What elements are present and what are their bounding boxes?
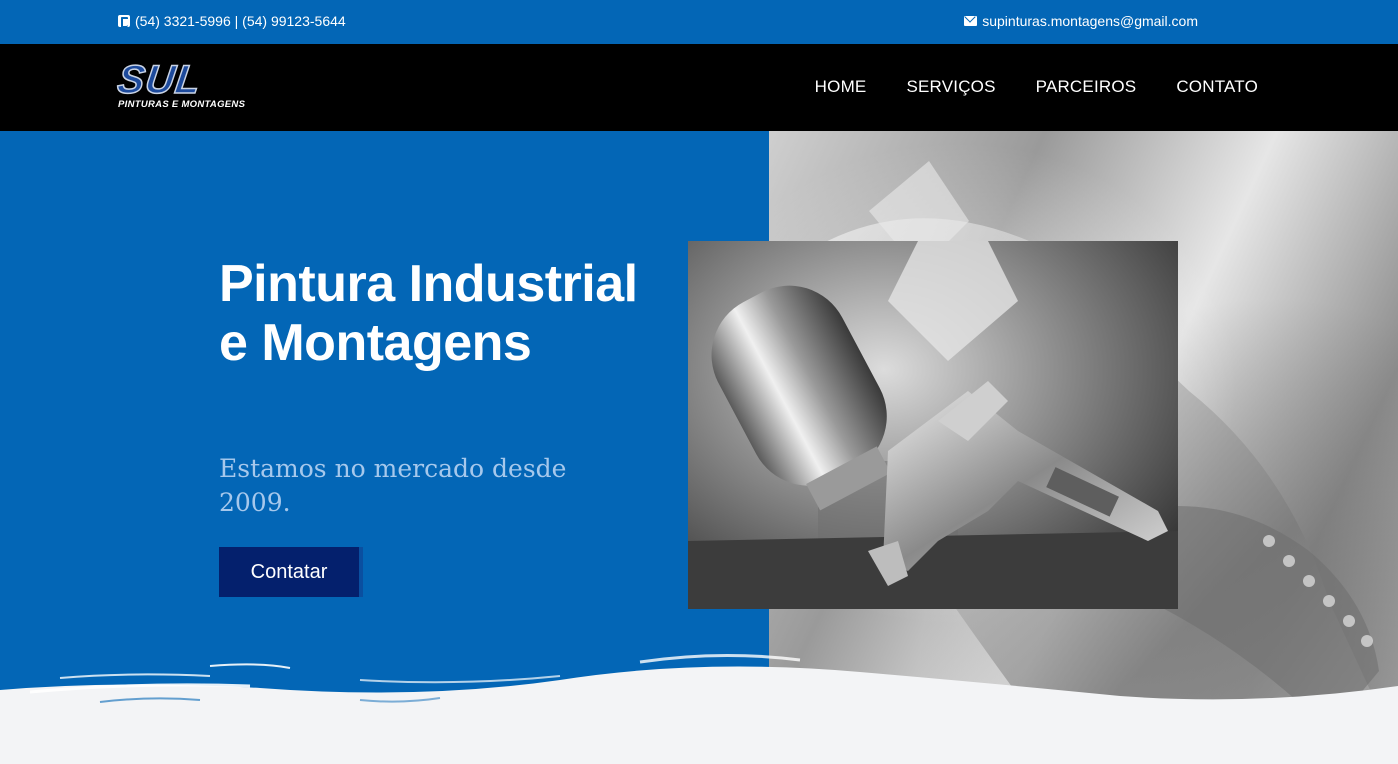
email-contact[interactable]: supinturas.montagens@gmail.com — [964, 13, 1198, 29]
hero-subtitle: Estamos no mercado desde 2009. — [219, 454, 567, 517]
email-address[interactable]: supinturas.montagens@gmail.com — [982, 13, 1198, 29]
phone-square-icon — [118, 15, 130, 28]
wave-divider — [0, 653, 1398, 764]
nav-contato[interactable]: CONTATO — [1176, 77, 1258, 97]
nav-parceiros[interactable]: PARCEIROS — [1036, 77, 1137, 97]
spray-gun-photo — [688, 241, 1178, 609]
spray-gun-illustration — [688, 241, 1178, 609]
top-contact-bar: (54) 3321-5996 | (54) 99123-5644 supintu… — [0, 0, 1398, 44]
main-navbar: SUL PINTURAS E MONTAGENS HOME SERVIÇOS P… — [0, 44, 1398, 131]
envelope-icon — [964, 16, 978, 26]
nav-home[interactable]: HOME — [815, 77, 867, 97]
phone-contact[interactable]: (54) 3321-5996 | (54) 99123-5644 — [118, 13, 346, 29]
main-menu: HOME SERVIÇOS PARCEIROS CONTATO — [815, 77, 1258, 97]
phone-numbers[interactable]: (54) 3321-5996 | (54) 99123-5644 — [135, 13, 346, 29]
hero-title: Pintura Industrial e Montagens — [219, 255, 638, 372]
contact-button[interactable]: Contatar — [219, 547, 359, 597]
nav-servicos[interactable]: SERVIÇOS — [906, 77, 995, 97]
logo-mark: SUL — [114, 57, 205, 103]
site-logo[interactable]: SUL PINTURAS E MONTAGENS — [114, 57, 250, 114]
